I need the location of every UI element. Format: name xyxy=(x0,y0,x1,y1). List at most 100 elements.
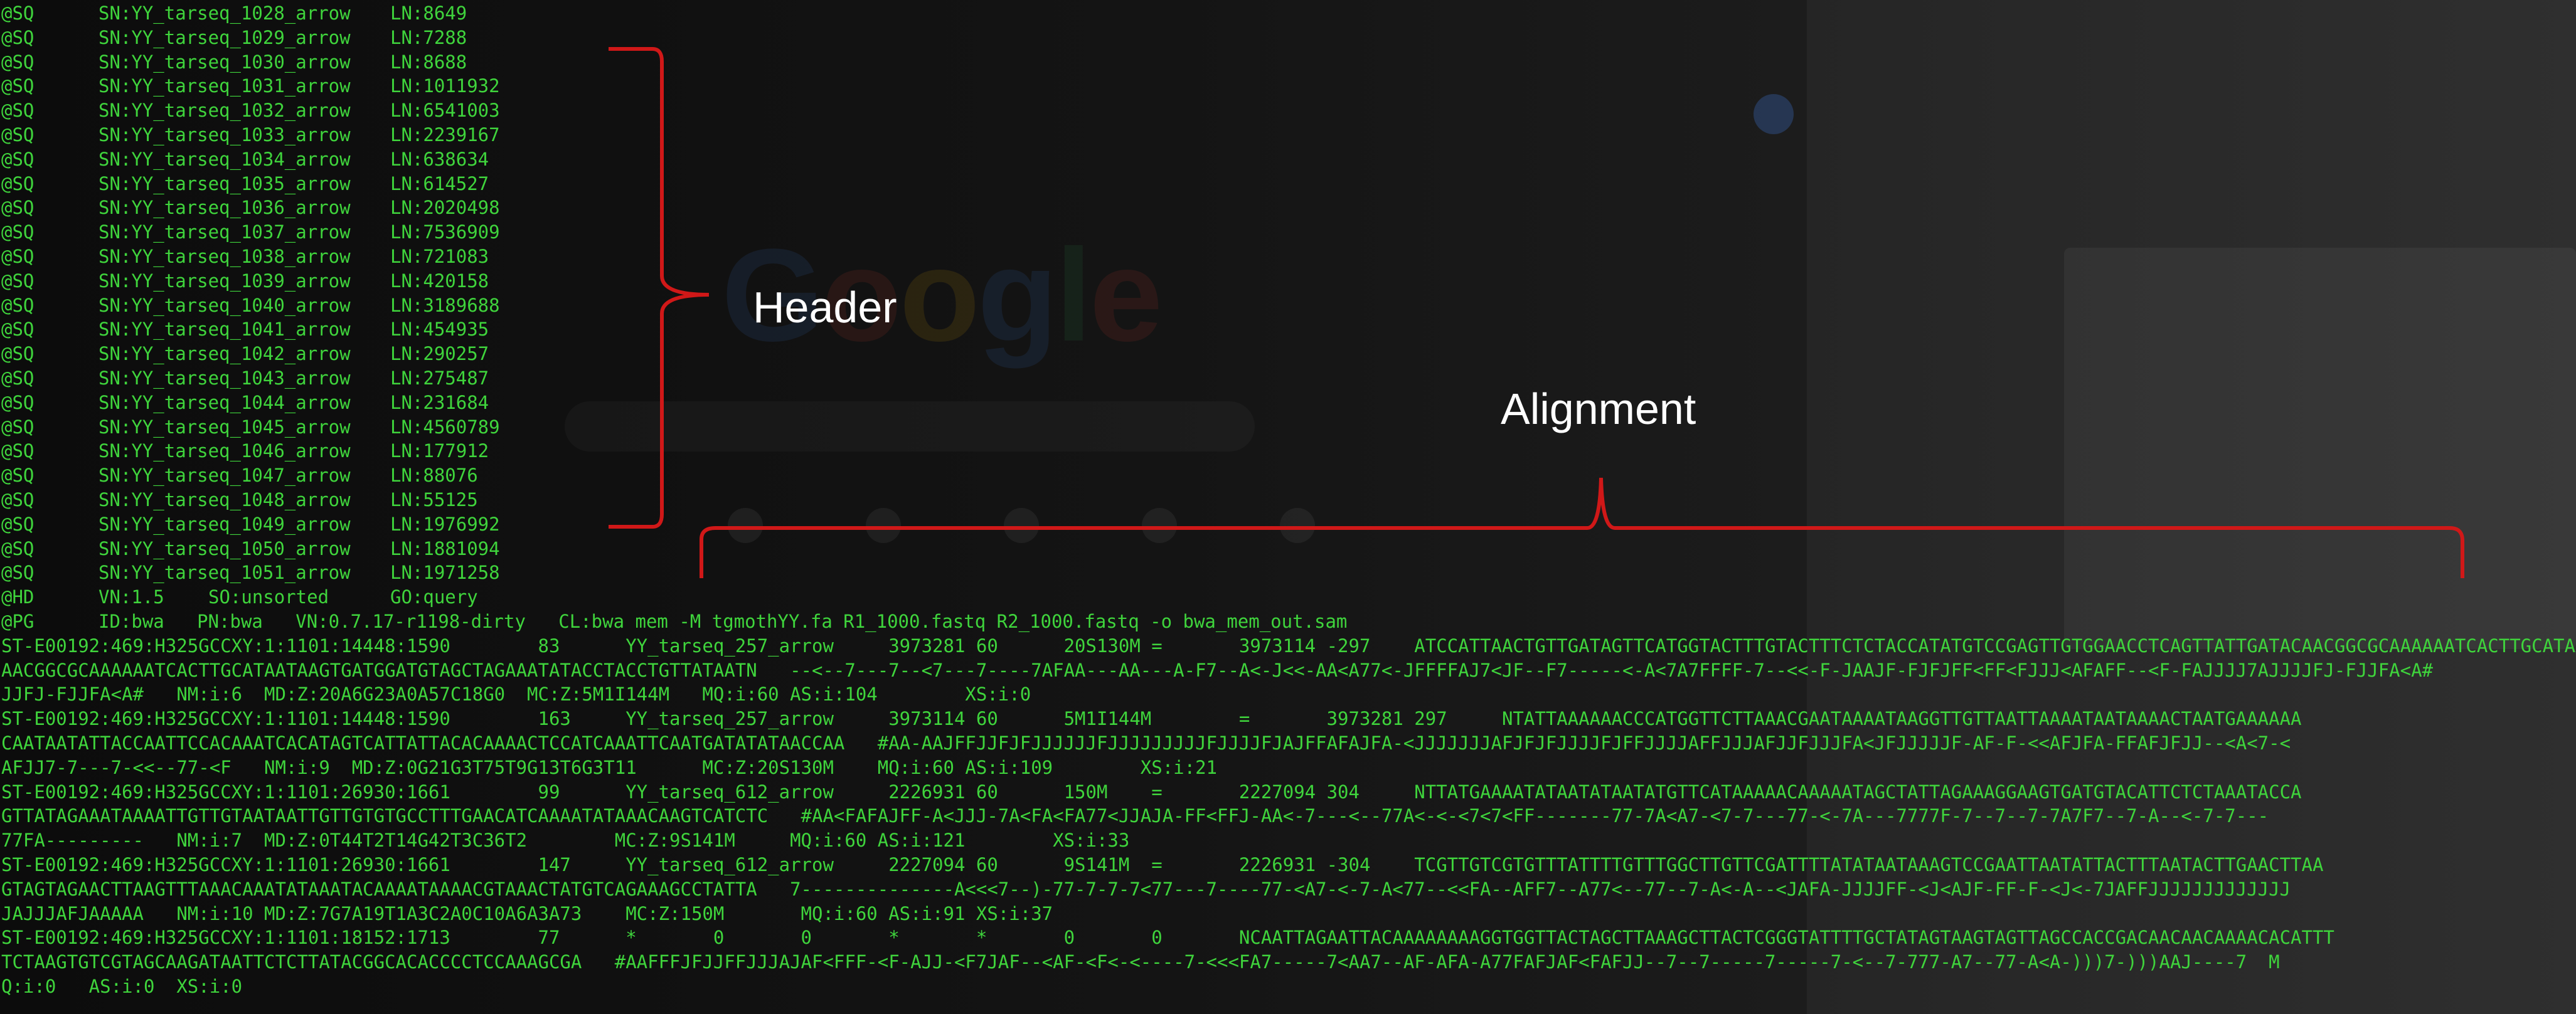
sq-header-line: @SQ SN:YY_tarseq_1038_arrow LN:721083 xyxy=(1,245,2576,268)
sq-header-line: @SQ SN:YY_tarseq_1034_arrow LN:638634 xyxy=(1,147,2576,171)
sequence-name: SN:YY_tarseq_1048_arrow xyxy=(98,489,351,510)
sequence-name: SN:YY_tarseq_1040_arrow xyxy=(98,294,351,316)
sequence-name: SN:YY_tarseq_1049_arrow xyxy=(98,513,351,535)
sq-header-line: @SQ SN:YY_tarseq_1050_arrow LN:1881094 xyxy=(1,537,2576,561)
alignment-line: AFJJ7-7---7-<<--77-<F NM:i:9 MD:Z:0G21G3… xyxy=(1,756,1218,778)
sq-header-line: @SQ SN:YY_tarseq_1048_arrow LN:55125 xyxy=(1,488,2576,512)
record-tag: @PG xyxy=(1,611,35,632)
alignment-label: Alignment xyxy=(1501,384,1696,433)
record-tag: @SQ xyxy=(1,319,35,341)
sequence-length: LN:1011932 xyxy=(390,75,500,97)
alignment-line: JAJJJAFJAAAAA NM:i:10 MD:Z:7G7A19T1A3C2A… xyxy=(1,902,1053,924)
sequence-length: LN:7288 xyxy=(390,26,467,48)
sequence-length: LN:3189688 xyxy=(390,294,500,316)
record-tag: @SQ xyxy=(1,246,35,267)
sequence-length: LN:7536909 xyxy=(390,221,500,243)
alignment-line: ST-E00192:469:H325GCCXY:1:1101:26930:166… xyxy=(1,781,2302,803)
sequence-name: SN:YY_tarseq_1036_arrow xyxy=(98,197,351,219)
sq-header-line: @SQ SN:YY_tarseq_1036_arrow LN:2020498 xyxy=(1,196,2576,219)
alignment-line: Q:i:0 AS:i:0 XS:i:0 xyxy=(1,976,243,997)
record-tag: @SQ xyxy=(1,562,35,584)
alignment-line: ST-E00192:469:H325GCCXY:1:1101:14448:159… xyxy=(1,635,2576,657)
sequence-name: SN:YY_tarseq_1039_arrow xyxy=(98,270,351,292)
sequence-name: SN:YY_tarseq_1038_arrow xyxy=(98,246,351,267)
record-tag: @SQ xyxy=(1,26,35,48)
sq-header-line: @SQ SN:YY_tarseq_1035_arrow LN:614527 xyxy=(1,172,2576,196)
sequence-name: SN:YY_tarseq_1042_arrow xyxy=(98,343,351,365)
sequence-length: LN:2239167 xyxy=(390,124,500,145)
sequence-length: LN:275487 xyxy=(390,367,489,389)
alignment-line: GTTATAGAAATAAAATTGTTGTAATAATTGTTGTGTGCCT… xyxy=(1,805,2269,827)
terminal-output[interactable]: @SQ SN:YY_tarseq_1028_arrow LN:8649 @SQ SN:Y… xyxy=(0,0,2576,1014)
record-tag: @SQ xyxy=(1,537,35,559)
record-tag: @SQ xyxy=(1,124,35,145)
program-field: ID:bwa PN:bwa VN:0.7.17-r1198-dirty CL:b… xyxy=(98,611,1348,632)
sequence-name: SN:YY_tarseq_1043_arrow xyxy=(98,367,351,389)
hd-header-line: @HD VN:1.5 SO:unsorted GO:query xyxy=(1,585,2576,609)
alignment-line: CAATAATATTACCAATTCCACAAATCACATAGTCATTATT… xyxy=(1,732,2291,754)
record-tag: @SQ xyxy=(1,465,35,487)
sequence-length: LN:638634 xyxy=(390,148,489,170)
sequence-length: LN:177912 xyxy=(390,440,489,462)
sequence-name: SN:YY_tarseq_1037_arrow xyxy=(98,221,351,243)
sq-header-line: @SQ SN:YY_tarseq_1033_arrow LN:2239167 xyxy=(1,123,2576,147)
version-field: VN:1.5 xyxy=(98,586,164,608)
sq-header-line: @SQ SN:YY_tarseq_1040_arrow LN:3189688 xyxy=(1,293,2576,317)
sequence-name: SN:YY_tarseq_1041_arrow xyxy=(98,319,351,341)
sq-header-line: @SQ SN:YY_tarseq_1046_arrow LN:177912 xyxy=(1,439,2576,463)
record-tag: @SQ xyxy=(1,367,35,389)
sequence-length: LN:8649 xyxy=(390,3,467,24)
record-tag: @SQ xyxy=(1,489,35,510)
sq-header-line: @SQ SN:YY_tarseq_1044_arrow LN:231684 xyxy=(1,391,2576,415)
sequence-name: SN:YY_tarseq_1035_arrow xyxy=(98,172,351,194)
record-tag: @SQ xyxy=(1,270,35,292)
sequence-length: LN:290257 xyxy=(390,343,489,365)
sequence-length: LN:55125 xyxy=(390,489,478,510)
sequence-name: SN:YY_tarseq_1047_arrow xyxy=(98,465,351,487)
pg-header-line: @PG ID:bwa PN:bwa VN:0.7.17-r1198-dirty C… xyxy=(1,610,2576,633)
alignment-line: ST-E00192:469:H325GCCXY:1:1101:14448:159… xyxy=(1,708,2302,730)
sequence-length: LN:1976992 xyxy=(390,513,500,535)
alignment-line: TCTAAGTGTCGTAGCAAGATAATTCTCTTATACGGCACAC… xyxy=(1,951,2280,973)
sq-header-line: @SQ SN:YY_tarseq_1037_arrow LN:7536909 xyxy=(1,220,2576,244)
sequence-length: LN:6541003 xyxy=(390,100,500,122)
record-tag: @SQ xyxy=(1,3,35,24)
record-tag: @SQ xyxy=(1,221,35,243)
sq-header-line: @SQ SN:YY_tarseq_1049_arrow LN:1976992 xyxy=(1,512,2576,536)
alignment-line: JJFJ-FJJFA<A# NM:i:6 MD:Z:20A6G23A0A57C1… xyxy=(1,684,1031,705)
record-tag: @SQ xyxy=(1,513,35,535)
record-tag: @SQ xyxy=(1,440,35,462)
sq-header-line: @SQ SN:YY_tarseq_1031_arrow LN:1011932 xyxy=(1,74,2576,98)
sequence-length: LN:420158 xyxy=(390,270,489,292)
record-tag: @SQ xyxy=(1,343,35,365)
sequence-length: LN:721083 xyxy=(390,246,489,267)
sequence-name: SN:YY_tarseq_1050_arrow xyxy=(98,537,351,559)
sequence-name: SN:YY_tarseq_1033_arrow xyxy=(98,124,351,145)
sequence-name: SN:YY_tarseq_1045_arrow xyxy=(98,416,351,438)
sq-header-line: @SQ SN:YY_tarseq_1042_arrow LN:290257 xyxy=(1,342,2576,366)
sq-header-line: @SQ SN:YY_tarseq_1045_arrow LN:4560789 xyxy=(1,415,2576,439)
sequence-length: LN:231684 xyxy=(390,391,489,413)
group-order-field: GO:query xyxy=(390,586,478,608)
sequence-length: LN:88076 xyxy=(390,465,478,487)
alignment-line: ST-E00192:469:H325GCCXY:1:1101:18152:171… xyxy=(1,927,2334,949)
sq-header-line: @SQ SN:YY_tarseq_1043_arrow LN:275487 xyxy=(1,366,2576,390)
sequence-name: SN:YY_tarseq_1051_arrow xyxy=(98,562,351,584)
sort-order-field: SO:unsorted xyxy=(208,586,329,608)
record-tag: @SQ xyxy=(1,51,35,73)
record-tag: @SQ xyxy=(1,100,35,122)
sq-header-line: @SQ SN:YY_tarseq_1030_arrow LN:8688 xyxy=(1,50,2576,74)
record-tag: @SQ xyxy=(1,391,35,413)
header-label: Header xyxy=(753,283,897,332)
sequence-length: LN:8688 xyxy=(390,51,467,73)
record-tag: @SQ xyxy=(1,172,35,194)
sq-header-line: @SQ SN:YY_tarseq_1028_arrow LN:8649 xyxy=(1,1,2576,25)
sequence-name: SN:YY_tarseq_1044_arrow xyxy=(98,391,351,413)
alignment-line: AACGGCGCAAAAAATCACTTGCATAATAAGTGATGGATGT… xyxy=(1,659,2434,681)
record-tag: @SQ xyxy=(1,148,35,170)
record-tag: @SQ xyxy=(1,294,35,316)
sequence-name: SN:YY_tarseq_1034_arrow xyxy=(98,148,351,170)
record-tag: @SQ xyxy=(1,75,35,97)
sequence-name: SN:YY_tarseq_1031_arrow xyxy=(98,75,351,97)
sequence-length: LN:1881094 xyxy=(390,537,500,559)
